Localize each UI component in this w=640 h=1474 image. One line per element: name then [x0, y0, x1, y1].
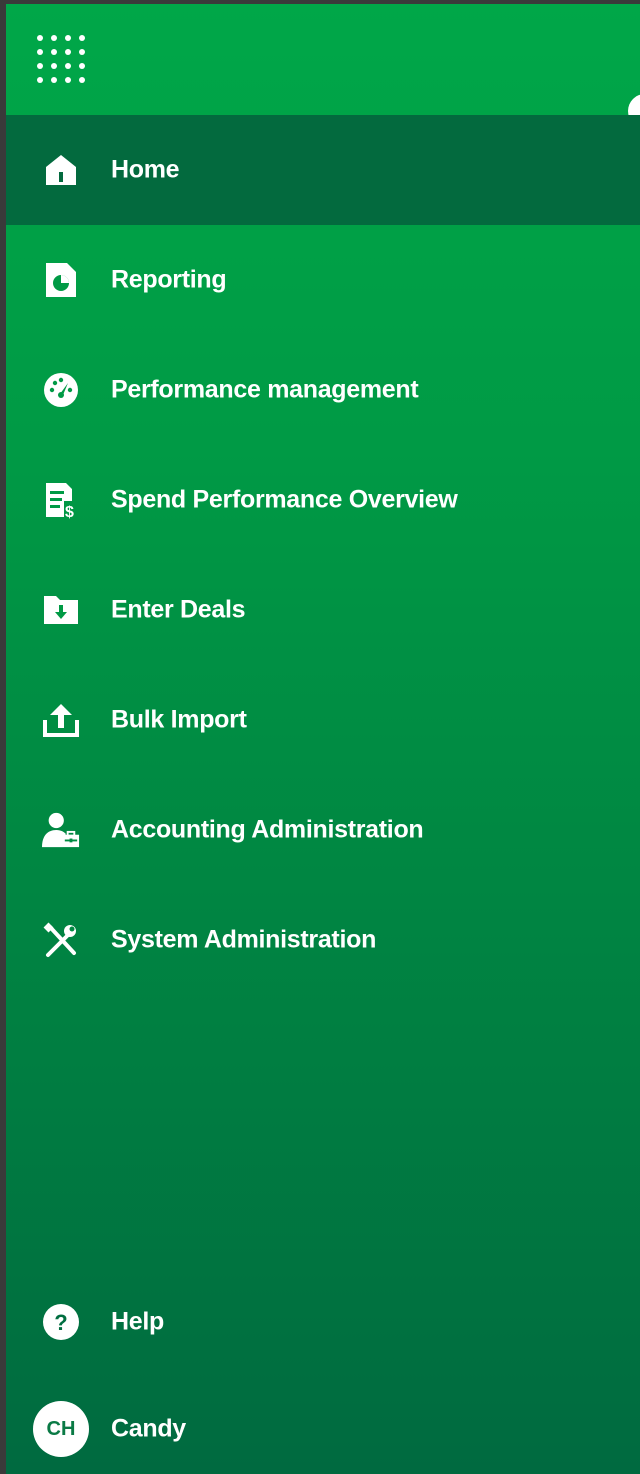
help-icon: ? [42, 1303, 80, 1341]
user-profile[interactable]: CH Candy [6, 1389, 640, 1469]
sidebar-item-bulk-import[interactable]: Bulk Import [6, 665, 640, 775]
sidebar-item-label: Accounting Administration [111, 815, 424, 844]
sidebar-item-reporting[interactable]: Reporting [6, 225, 640, 335]
sidebar-item-enter-deals[interactable]: Enter Deals [6, 555, 640, 665]
sidebar-item-performance-management[interactable]: Performance management [6, 335, 640, 445]
sidebar-item-spend-performance-overview[interactable]: $ Spend Performance Overview [6, 445, 640, 555]
sidebar-item-system-administration[interactable]: System Administration [6, 885, 640, 995]
speedometer-icon [42, 371, 80, 409]
sidebar-item-accounting-administration[interactable]: Accounting Administration [6, 775, 640, 885]
sidebar-item-home[interactable]: Home [6, 115, 640, 225]
sidebar-item-label: Enter Deals [111, 595, 246, 624]
app-launcher-grid-icon[interactable] [36, 34, 88, 86]
sidebar-item-label: Spend Performance Overview [111, 485, 458, 514]
svg-text:$: $ [65, 504, 74, 519]
sidebar-item-label: System Administration [111, 925, 377, 954]
sidebar: Home Reporting Performance management $ … [6, 4, 640, 1474]
user-briefcase-icon [42, 811, 80, 849]
sidebar-item-label: Reporting [111, 265, 227, 294]
home-icon [42, 151, 80, 189]
report-icon [42, 261, 80, 299]
tools-icon [42, 921, 80, 959]
sidebar-item-label: Performance management [111, 375, 419, 404]
folder-download-icon [42, 591, 80, 629]
help-button[interactable]: ? Help [6, 1282, 640, 1362]
sidebar-item-label: Bulk Import [111, 705, 247, 734]
avatar: CH [33, 1401, 89, 1457]
user-name: Candy [111, 1414, 186, 1443]
upload-icon [42, 701, 80, 739]
svg-text:?: ? [54, 1310, 67, 1335]
spend-document-icon: $ [42, 481, 80, 519]
sidebar-item-label: Home [111, 155, 180, 184]
help-label: Help [111, 1307, 164, 1336]
